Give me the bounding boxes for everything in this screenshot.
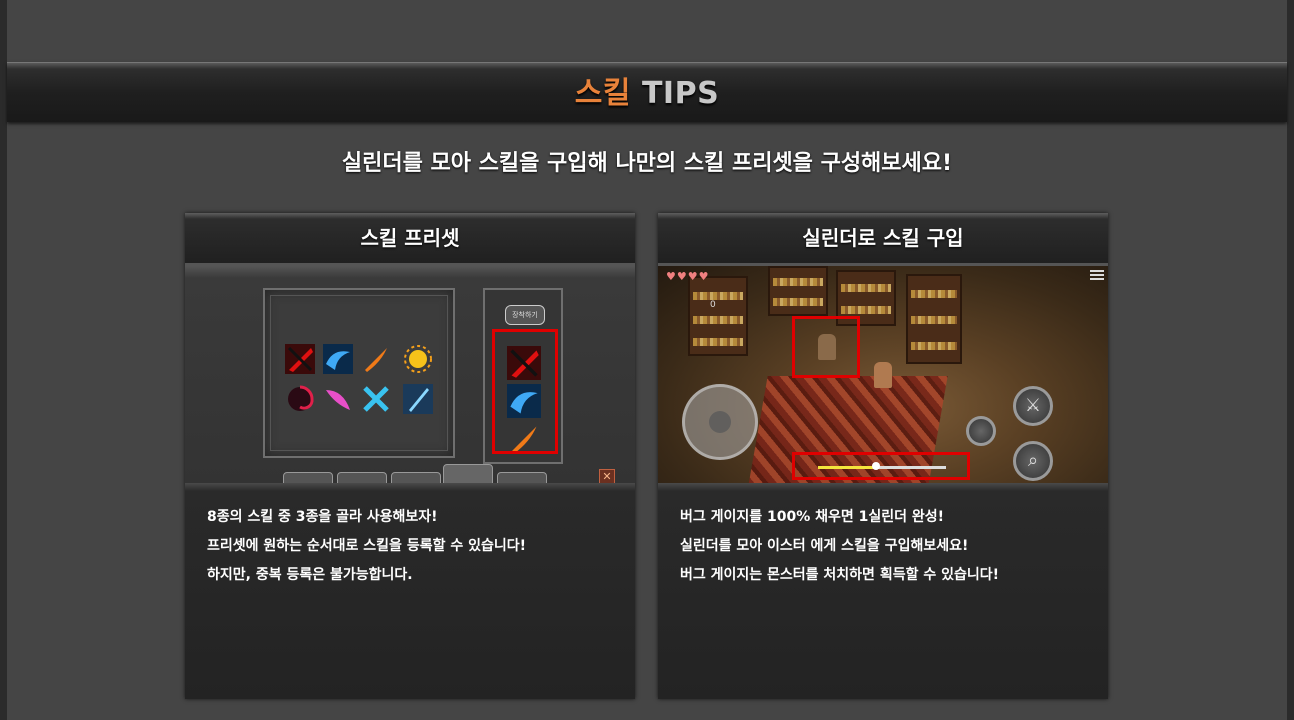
description-line: 버그 게이지를 100% 채우면 1실린더 완성! (680, 509, 945, 525)
page-background: 스킬 TIPS 실린더를 모아 스킬을 구입해 나만의 스킬 프리셋을 구성해보… (7, 0, 1287, 720)
card-header: 실린더로 스킬 구입 (658, 213, 1108, 263)
skill-inventory-panel (263, 288, 455, 458)
tab[interactable] (283, 472, 333, 483)
description-line: 버그 게이지는 몬스터를 처치하면 획득할 수 있습니다! (680, 567, 999, 583)
attack-button[interactable]: ⚔ (1013, 386, 1053, 426)
dark-vortex-icon (288, 385, 314, 411)
cross-blades-icon (363, 386, 389, 412)
close-icon[interactable]: ✕ (599, 469, 615, 483)
player-character (874, 362, 892, 388)
bookshelf (768, 266, 828, 316)
bookshelf (688, 276, 748, 356)
tips-banner: 스킬 TIPS (7, 62, 1287, 122)
sun-burst-icon (404, 345, 432, 373)
cylinder-counter: 0 (710, 300, 716, 310)
search-icon[interactable]: ⌕ (1013, 441, 1053, 481)
tab[interactable] (337, 472, 387, 483)
health-hearts: ♥♥♥♥ (666, 270, 710, 283)
tab-skill[interactable] (443, 464, 493, 483)
tab[interactable] (391, 472, 441, 483)
card-skill-preset: 스킬 프리셋 장착하기 ✕ 8종의 스킬 중 3종을 골라 사용해보자! 프리셋… (185, 213, 635, 699)
game-scene-screenshot: ♥♥♥♥ 0 ⚔ ⌕ (658, 263, 1108, 483)
red-slash-icon (285, 344, 315, 374)
description-line: 하지만, 중복 등록은 불가능합니다. (207, 567, 413, 583)
monster-highlight-box (792, 316, 860, 378)
joystick[interactable] (682, 384, 758, 460)
description-line: 8종의 스킬 중 3종을 골라 사용해보자! (207, 509, 438, 525)
skill-preset-screenshot: 장착하기 ✕ (185, 263, 635, 483)
card-description: 8종의 스킬 중 3종을 골라 사용해보자! 프리셋에 원하는 순서대로 스킬을… (185, 483, 635, 699)
bookshelf (906, 274, 962, 364)
menu-icon[interactable] (1090, 270, 1104, 280)
banner-title: 스킬 TIPS (7, 63, 1287, 125)
fire-feather-icon (365, 348, 387, 372)
blue-blade-icon (403, 384, 433, 414)
banner-title-accent: 스킬 (574, 76, 631, 111)
skill-button[interactable] (966, 416, 996, 446)
description-line: 프리셋에 원하는 순서대로 스킬을 등록할 수 있습니다! (207, 538, 526, 554)
page-subtitle: 실린더를 모아 스킬을 구입해 나만의 스킬 프리셋을 구성해보세요! (341, 151, 953, 176)
card-cylinder-purchase: 실린더로 스킬 구입 ♥♥♥♥ 0 ⚔ ⌕ 버그 게이지를 100% 채우면 1… (658, 213, 1108, 699)
blue-wave-icon (323, 344, 353, 374)
card-description: 버그 게이지를 100% 채우면 1실린더 완성! 실린더를 모아 이스터 에게… (658, 483, 1108, 699)
equip-button[interactable]: 장착하기 (505, 305, 545, 325)
card-header: 스킬 프리셋 (185, 213, 635, 263)
description-line: 실린더를 모아 이스터 에게 스킬을 구입해보세요! (680, 538, 969, 554)
banner-title-rest: TIPS (641, 76, 720, 111)
gauge-highlight-box (792, 452, 970, 480)
pink-feather-icon (326, 390, 350, 410)
tab[interactable] (497, 472, 547, 483)
equipped-highlight-box (492, 329, 558, 454)
menu-tabs (277, 464, 567, 483)
